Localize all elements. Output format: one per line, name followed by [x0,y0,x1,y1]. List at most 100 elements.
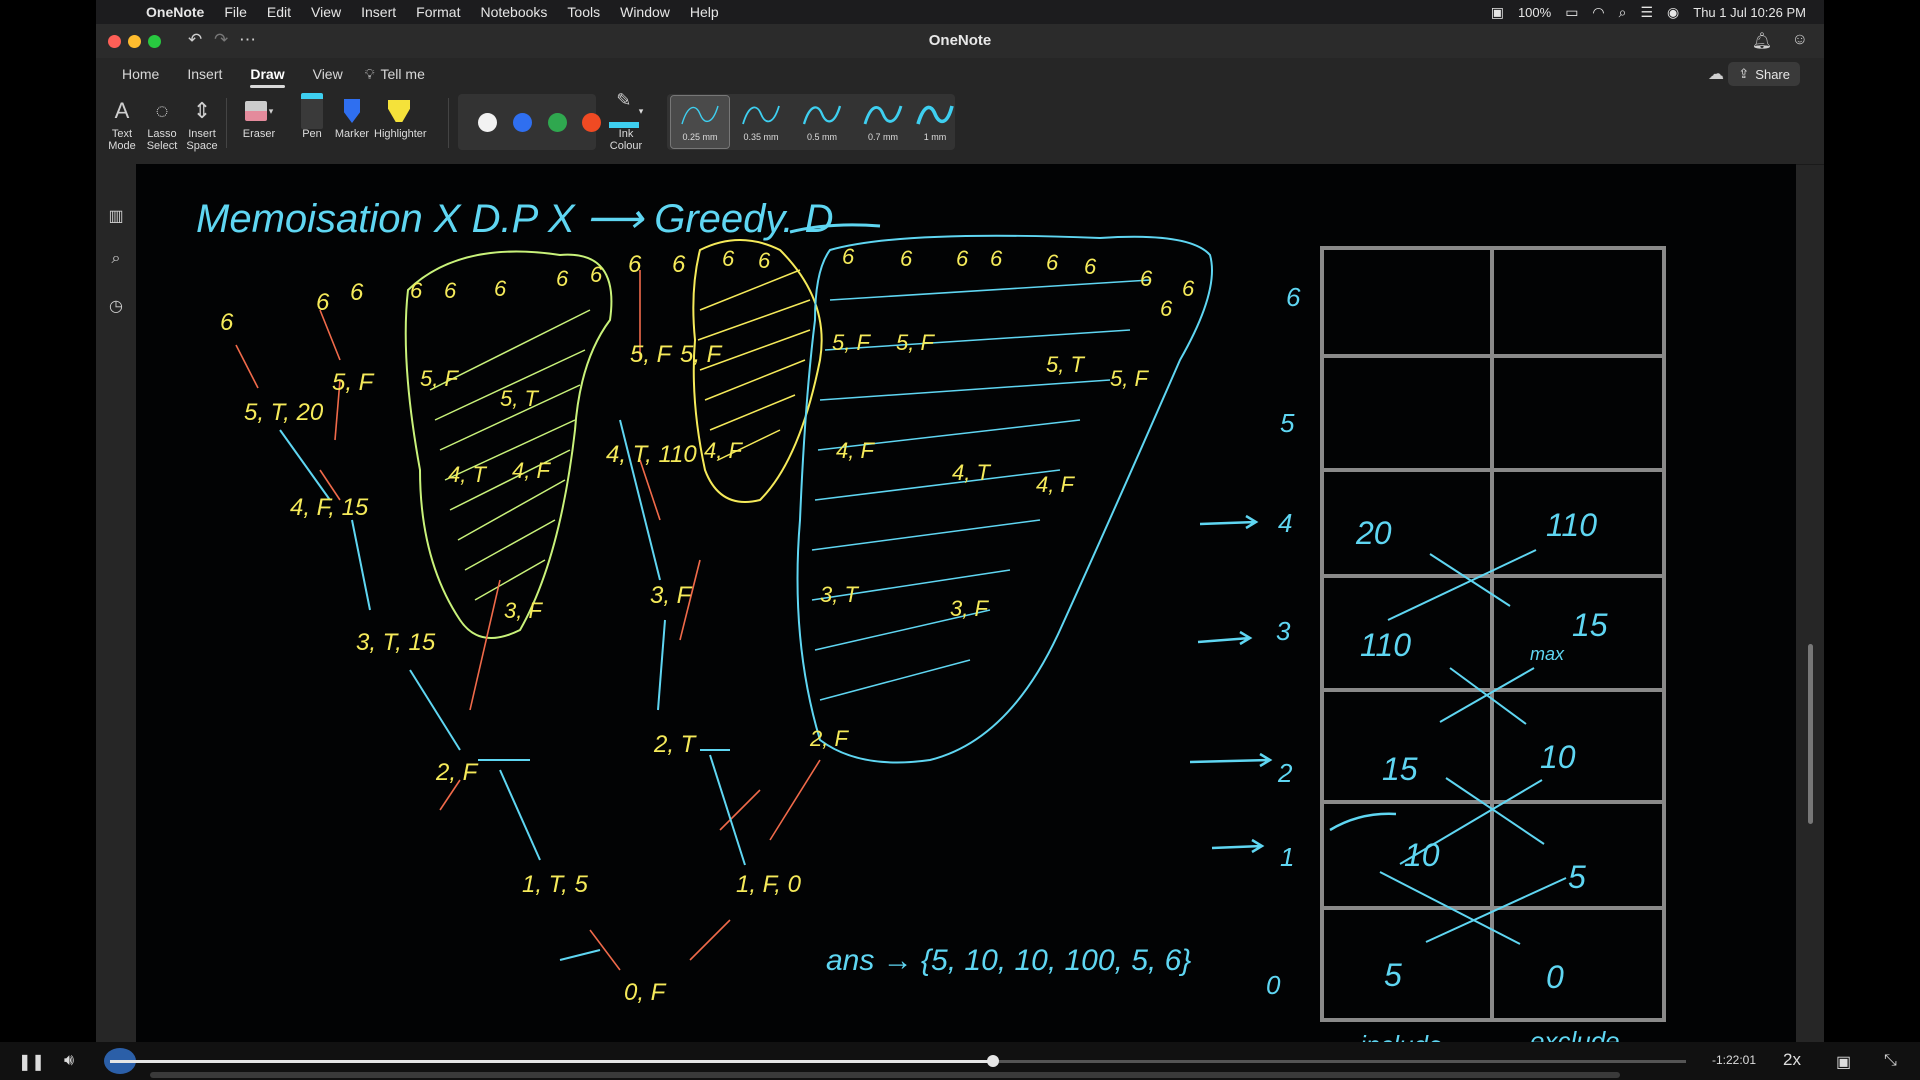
notifications-bell-icon[interactable]: 🔔︎ [1752,31,1772,51]
eraser-icon [244,101,267,121]
highlighter-icon [388,100,410,122]
picture-in-picture-icon[interactable]: ▣ [1836,1052,1851,1072]
vertical-scrollbar[interactable] [1808,644,1813,824]
left-node: 5, F [332,369,375,396]
pen-thickness-07[interactable]: 0.7 mm [854,96,912,148]
playback-speed-button[interactable]: 2x [1783,1050,1801,1070]
recent-notes-clock-icon[interactable]: ◷ [106,296,126,316]
left-node: 6 [316,289,330,316]
menu-view[interactable]: View [301,4,351,20]
lasso-icon: ◌ [155,98,169,123]
horizontal-scrollbar[interactable] [150,1072,1620,1078]
swatch-blue[interactable] [513,113,532,132]
cell-r3-include: 110 [1360,627,1411,663]
pen-thickness-035[interactable]: 0.35 mm [732,96,790,148]
cell-r3-note: max [1530,644,1565,664]
ink-colour-button[interactable]: ✎ ▾ Ink Colour [604,91,648,152]
cell-r0-include: 5 [1384,957,1402,993]
eraser-button[interactable]: ▾ Eraser [236,94,282,140]
lasso-select-button[interactable]: ◌ Lasso Select [142,94,182,153]
marker-label: Marker [334,128,370,140]
right-node: 6 [1084,254,1097,279]
tab-draw[interactable]: Draw [236,58,298,90]
menu-help[interactable]: Help [680,4,729,20]
pen-size-label: 0.35 mm [743,132,779,142]
ribbon-divider [448,98,449,148]
cell-r2-exclude: 10 [1540,739,1576,775]
progress-track[interactable] [110,1055,1686,1067]
middle-node: 3, F [650,582,693,609]
pen-thickness-1[interactable]: 1 mm [915,96,955,148]
tab-view[interactable]: View [299,58,357,90]
middle-node: 6 [672,251,686,278]
menu-insert[interactable]: Insert [351,4,406,20]
cell-r0-exclude: 0 [1546,959,1564,995]
pen-thickness-025[interactable]: 0.25 mm [670,95,730,149]
right-node: 5, F [896,330,935,355]
volume-icon[interactable]: 🔊︎ [64,1052,74,1070]
menu-file[interactable]: File [214,4,257,20]
tab-insert[interactable]: Insert [173,58,236,90]
ink-drawing[interactable]: Memoisation X D.P X ⟶ Greedy. D 6 6 6 5,… [136,164,1796,1042]
wifi-icon[interactable]: ◠ [1592,4,1604,21]
cyan-outline [796,234,1213,764]
pen-thickness-05[interactable]: 0.5 mm [793,96,851,148]
chevron-down-icon[interactable]: ▾ [639,105,644,117]
share-button[interactable]: ⇪ Share [1728,62,1800,86]
tell-me-label: Tell me [380,66,425,82]
menu-clock[interactable]: Thu 1 Jul 10:26 PM [1693,5,1806,20]
middle-node: 5, F [630,341,673,368]
middle-node: 1, F, 0 [736,871,802,898]
menu-app-name[interactable]: OneNote [136,4,214,20]
progress-fill [110,1060,993,1063]
row-number: 3 [1276,616,1291,646]
swatch-green[interactable] [548,113,567,132]
menu-tools[interactable]: Tools [557,4,610,20]
marker-tool-button[interactable]: Marker [332,94,372,140]
menu-window[interactable]: Window [610,4,680,20]
time-remaining: -1:22:01 [1712,1053,1757,1067]
note-canvas[interactable]: Memoisation X D.P X ⟶ Greedy. D 6 6 6 5,… [136,164,1796,1042]
tab-home[interactable]: Home [108,58,173,90]
battery-icon[interactable]: ▭ [1565,4,1578,21]
menu-format[interactable]: Format [406,4,470,20]
swatch-red[interactable] [582,113,601,132]
pen-tool-button[interactable]: Pen [292,93,332,140]
highlighter-label: Highlighter [374,128,427,140]
sync-cloud-icon[interactable]: ☁ [1708,64,1724,84]
tell-me-search[interactable]: 💡︎ Tell me [357,66,425,83]
right-node: 6 [1182,276,1195,301]
chevron-down-icon[interactable]: ▾ [269,105,274,117]
left-node: 0, F [624,979,667,1006]
left-node: 5, T, 20 [244,399,324,426]
feedback-smiley-icon[interactable]: ☺ [1792,31,1808,49]
onenote-window: ↶ ↷ ⋯ OneNote 🔔︎ ☺ Home Insert Draw View… [96,24,1824,1042]
pen-thickness-group: 0.25 mm 0.35 mm 0.5 mm 0.7 mm 1 mm [667,94,955,150]
green-hatching [429,309,591,601]
progress-knob[interactable] [986,1055,999,1067]
control-center-icon[interactable]: ☰ [1640,4,1653,21]
exit-fullscreen-icon[interactable]: ⤡ [1884,1052,1897,1070]
text-mode-button[interactable]: A Text Mode [102,94,142,153]
highlighter-tool-button[interactable]: Highlighter [374,94,427,140]
middle-tree: 6 6 5, F 5, F 4, T, 110 3, F 2, T 1, F, … [606,251,802,898]
keyboard-input-icon[interactable]: ▣ [1491,4,1504,21]
right-node: 5, F [1110,366,1149,391]
row-number: 2 [1277,758,1293,788]
insert-space-button[interactable]: ⇕ Insert Space [182,94,222,153]
row-number: 6 [1286,282,1301,312]
insert-space-label: Insert Space [186,128,218,152]
right-node: 6 [1140,266,1153,291]
menu-notebooks[interactable]: Notebooks [470,4,557,20]
search-icon[interactable]: ⌕ [106,250,126,268]
notebooks-icon[interactable]: ▥ [106,206,126,226]
pen-stroke-icon [916,105,954,125]
menu-edit[interactable]: Edit [257,4,301,20]
cell-r1-exclude: 5 [1568,859,1586,895]
text-cursor-icon: A [114,98,130,123]
swatch-white[interactable] [478,113,497,132]
siri-icon[interactable]: ◉ [1667,4,1679,21]
spotlight-search-icon[interactable]: ⌕ [1619,4,1627,21]
row-number: 5 [1280,408,1295,438]
pause-icon[interactable]: ❚❚ [18,1052,45,1072]
